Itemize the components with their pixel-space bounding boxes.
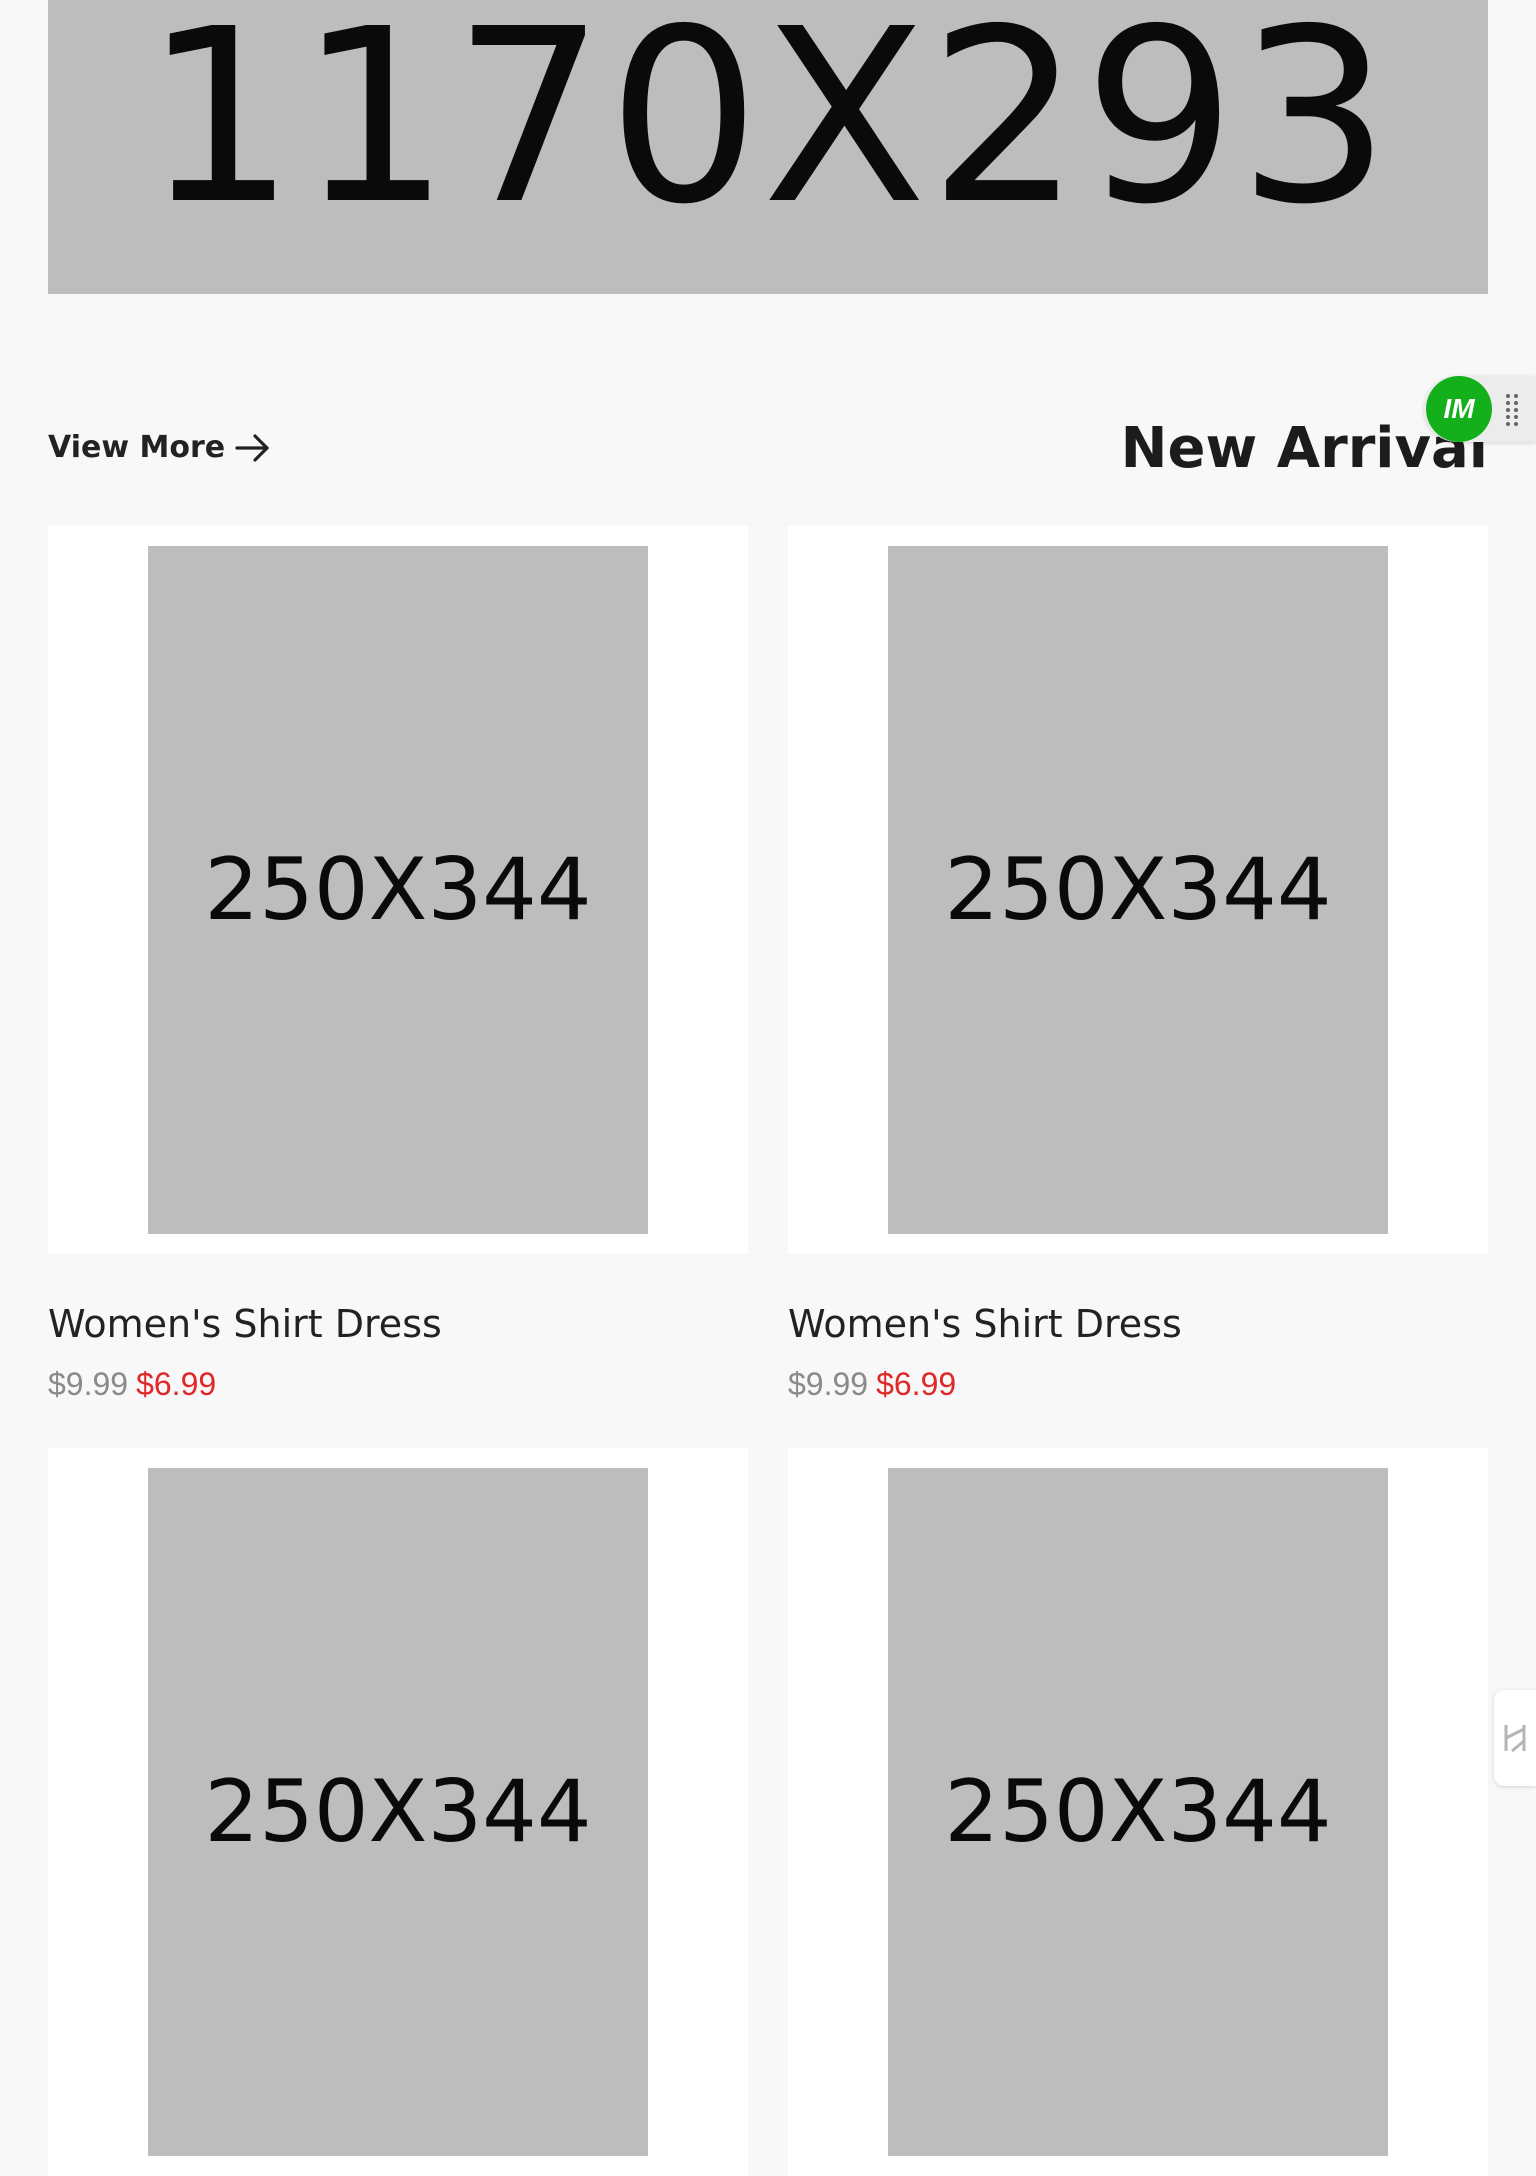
product-image-placeholder-text: 250X344 [204,840,592,940]
floating-chat-widget[interactable]: IM [1424,376,1536,442]
price-new: $6.99 [136,1366,217,1402]
product-image-placeholder-text: 250X344 [944,1762,1332,1862]
product-card[interactable]: 250X344 Women's Shirt Dress $9.99 $6.99 [48,526,748,1403]
product-image[interactable]: 250X344 [148,1468,648,2156]
product-image[interactable]: 250X344 [148,546,648,1234]
section-header: View More New Arrival [48,410,1488,490]
product-card[interactable]: 250X344 [788,1448,1488,2176]
hero-banner[interactable]: 1170X293 [48,0,1488,294]
product-image[interactable]: 250X344 [888,1468,1388,2156]
product-name[interactable]: Women's Shirt Dress [48,1302,748,1346]
product-name[interactable]: Women's Shirt Dress [788,1302,1488,1346]
product-image-frame[interactable]: 250X344 [48,526,748,1254]
product-price: $9.99 $6.99 [788,1366,1488,1403]
im-badge-icon[interactable]: IM [1426,376,1492,442]
view-more-label: View More [48,430,226,465]
arrow-right-icon [235,433,269,462]
product-price: $9.99 $6.99 [48,1366,748,1403]
product-card[interactable]: 250X344 [48,1448,748,2176]
product-image-frame[interactable]: 250X344 [788,1448,1488,2176]
product-image-placeholder-text: 250X344 [944,840,1332,940]
product-image-frame[interactable]: 250X344 [788,526,1488,1254]
product-image-frame[interactable]: 250X344 [48,1448,748,2176]
product-image-placeholder-text: 250X344 [204,1762,592,1862]
view-more-link[interactable]: View More [48,430,271,465]
price-old: $9.99 [788,1366,869,1402]
product-card[interactable]: 250X344 Women's Shirt Dress $9.99 $6.99 [788,526,1488,1403]
drag-handle-icon[interactable] [1504,392,1520,428]
side-widget-icon [1504,1725,1526,1753]
price-new: $6.99 [876,1366,957,1402]
side-widget-tab[interactable] [1494,1690,1536,1786]
product-image[interactable]: 250X344 [888,546,1388,1234]
im-badge-label: IM [1443,393,1475,424]
banner-placeholder-text: 1170X293 [143,0,1393,257]
product-grid: 250X344 Women's Shirt Dress $9.99 $6.99 2… [48,526,1488,2176]
price-old: $9.99 [48,1366,129,1402]
